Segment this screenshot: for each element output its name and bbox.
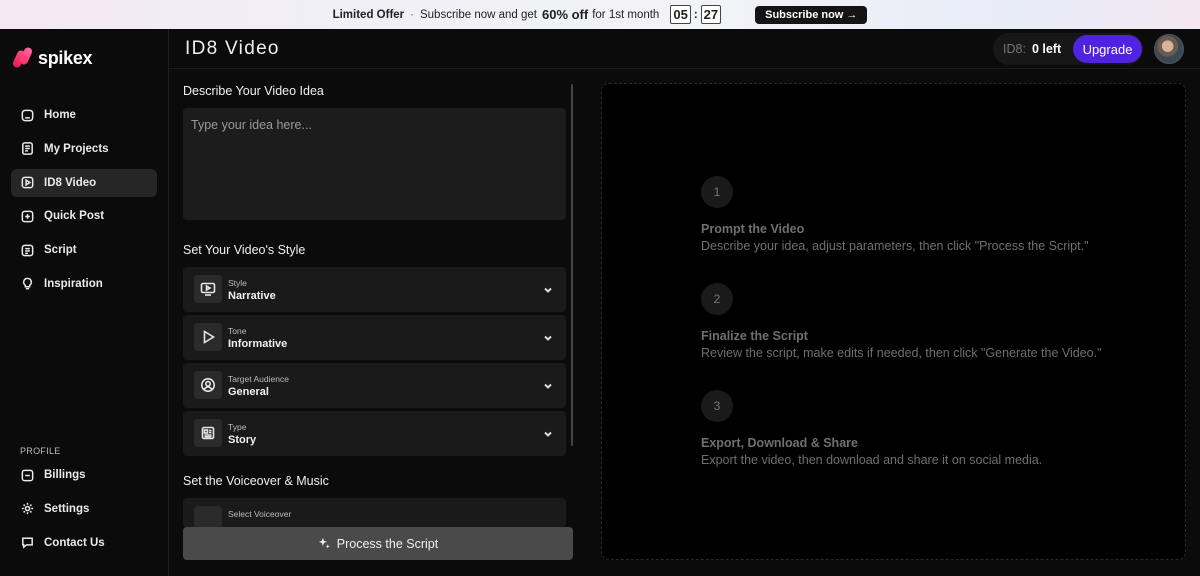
page-title: ID8 Video bbox=[185, 38, 280, 59]
profile-nav: Billings Settings Contact Us bbox=[11, 461, 157, 562]
idea-input[interactable] bbox=[183, 108, 566, 220]
countdown-separator: : bbox=[693, 8, 698, 21]
sidebar-item-label: Quick Post bbox=[44, 210, 105, 223]
promo-text: Subscribe now and get bbox=[419, 8, 537, 21]
countdown-timer: 05 : 27 bbox=[670, 5, 722, 24]
step-title: Export, Download & Share bbox=[701, 436, 858, 450]
idea-section-label: Describe Your Video Idea bbox=[183, 84, 324, 98]
sidebar-item-label: ID8 Video bbox=[44, 176, 97, 189]
credit-unit: ID8: bbox=[1003, 42, 1026, 56]
promo-offer-label: Limited Offer bbox=[332, 8, 405, 21]
voice-section-label: Set the Voiceover & Music bbox=[183, 474, 329, 488]
promo-banner: Limited Offer · Subscribe now and get 60… bbox=[0, 0, 1200, 29]
profile-section-label: PROFILE bbox=[20, 446, 61, 456]
video-icon bbox=[19, 175, 35, 191]
sidebar-item-label: Settings bbox=[44, 502, 90, 515]
chevron-down-icon bbox=[542, 283, 554, 295]
step-description: Review the script, make edits if needed,… bbox=[701, 346, 1102, 360]
type-select[interactable]: Type Story bbox=[183, 411, 566, 456]
step-description: Export the video, then download and shar… bbox=[701, 453, 1043, 467]
voiceover-select[interactable]: Select Voiceover bbox=[183, 498, 566, 534]
sidebar-item-home[interactable]: Home bbox=[11, 101, 157, 129]
quick-post-icon bbox=[19, 208, 35, 224]
step-description: Describe your idea, adjust parameters, t… bbox=[701, 239, 1089, 253]
brand-name: spikex bbox=[38, 47, 93, 68]
newspaper-icon bbox=[194, 419, 222, 447]
step-title: Prompt the Video bbox=[701, 222, 805, 236]
sidebar-item-billings[interactable]: Billings bbox=[11, 461, 157, 489]
promo-text-post: for 1st month bbox=[592, 8, 660, 21]
sidebar-item-label: Billings bbox=[44, 469, 86, 481]
billing-icon bbox=[19, 467, 35, 483]
step-number: 3 bbox=[701, 390, 733, 422]
style-section-label: Set Your Video's Style bbox=[183, 243, 306, 257]
option-key: Style bbox=[228, 278, 247, 288]
process-script-button[interactable]: Process the Script bbox=[183, 527, 573, 560]
option-key: Target Audience bbox=[228, 374, 289, 384]
option-key: Tone bbox=[228, 326, 247, 336]
lightbulb-icon bbox=[19, 276, 35, 292]
sidebar-item-my-projects[interactable]: My Projects bbox=[11, 135, 157, 163]
option-value: Story bbox=[228, 434, 257, 446]
style-select[interactable]: Style Narrative bbox=[183, 267, 566, 312]
chat-icon bbox=[19, 535, 35, 551]
sparkle-icon bbox=[318, 537, 330, 549]
form-scrollbar[interactable] bbox=[571, 84, 573, 446]
countdown-minutes: 05 bbox=[670, 5, 691, 24]
option-value: Narrative bbox=[228, 290, 276, 302]
option-key: Select Voiceover bbox=[228, 509, 292, 519]
sidebar-item-quick-post[interactable]: Quick Post bbox=[11, 202, 157, 230]
tone-select[interactable]: Tone Informative bbox=[183, 315, 566, 360]
chevron-down-icon bbox=[542, 331, 554, 343]
step-title: Finalize the Script bbox=[701, 329, 808, 343]
avatar[interactable] bbox=[1154, 34, 1184, 64]
sidebar-item-label: Contact Us bbox=[44, 536, 105, 549]
sidebar-item-label: Home bbox=[44, 109, 76, 121]
play-icon bbox=[194, 323, 222, 351]
step-number: 2 bbox=[701, 283, 733, 315]
chevron-down-icon bbox=[542, 379, 554, 391]
user-circle-icon bbox=[194, 371, 222, 399]
credits-left: 0 left bbox=[1031, 42, 1062, 56]
home-icon bbox=[19, 107, 35, 123]
sidebar-item-label: Inspiration bbox=[44, 277, 103, 290]
sidebar-item-label: My Projects bbox=[44, 142, 109, 155]
option-value: General bbox=[228, 386, 269, 398]
audience-select[interactable]: Target Audience General bbox=[183, 363, 566, 408]
top-header: ID8 Video ID8: 0 left Upgrade bbox=[169, 29, 1200, 69]
settings-icon bbox=[19, 501, 35, 517]
promo-discount: 60% off bbox=[541, 7, 589, 22]
main-nav: Home My Projects ID8 Video Quick Post Sc… bbox=[11, 101, 157, 304]
sidebar-item-inspiration[interactable]: Inspiration bbox=[11, 270, 157, 298]
sidebar-item-contact-us[interactable]: Contact Us bbox=[11, 529, 157, 557]
projects-icon bbox=[19, 141, 35, 157]
spikex-logo-icon bbox=[11, 46, 35, 69]
option-key: Type bbox=[228, 422, 247, 432]
step-number: 1 bbox=[701, 176, 733, 208]
upgrade-button[interactable]: Upgrade bbox=[1073, 35, 1142, 63]
preview-panel: 1 Prompt the Video Describe your idea, a… bbox=[601, 83, 1186, 560]
sidebar-item-label: Script bbox=[44, 244, 77, 257]
process-button-label: Process the Script bbox=[336, 536, 439, 551]
promo-separator: · bbox=[410, 8, 414, 21]
chevron-down-icon bbox=[542, 427, 554, 439]
monitor-play-icon bbox=[194, 275, 222, 303]
sidebar: spikex Home My Projects ID8 Video Quick … bbox=[0, 29, 169, 576]
subscribe-now-button[interactable]: Subscribe now → bbox=[755, 5, 868, 24]
sidebar-item-settings[interactable]: Settings bbox=[11, 495, 157, 523]
sidebar-item-script[interactable]: Script bbox=[11, 236, 157, 264]
option-value: Informative bbox=[228, 338, 288, 350]
script-icon bbox=[19, 242, 35, 258]
countdown-seconds: 27 bbox=[700, 5, 722, 24]
sidebar-item-id8-video[interactable]: ID8 Video bbox=[11, 168, 157, 197]
brand-logo[interactable]: spikex bbox=[11, 46, 93, 69]
